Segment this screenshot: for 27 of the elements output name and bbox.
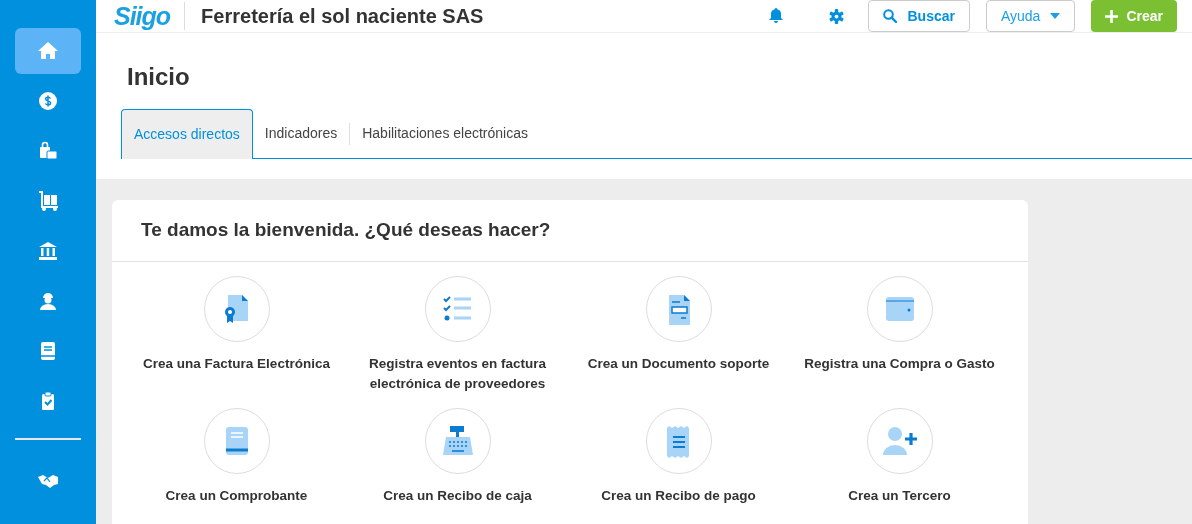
book-icon [38, 341, 58, 361]
dollar-coin-icon [38, 91, 58, 111]
shopping-bag-icon [38, 141, 58, 161]
search-icon [883, 9, 898, 23]
page-title: Inicio [127, 62, 191, 92]
shortcut-item[interactable]: Registra eventos en factura electrónica de proveedores [347, 275, 568, 394]
shortcut-item[interactable]: Crea un Comprobante [126, 407, 347, 524]
card-title: Te damos la bienvenida. ¿Qué deseas hacer? [112, 200, 1028, 262]
dolly-boxes-icon [38, 191, 58, 211]
cash-register-icon [440, 423, 475, 458]
worker-icon [38, 291, 58, 311]
shortcut-item[interactable]: Crea una Factura Electrónica [126, 275, 347, 394]
sidebar-item[interactable] [15, 28, 81, 74]
bank-icon [38, 241, 58, 261]
settings-icon[interactable] [829, 8, 845, 24]
shortcut-item[interactable]: Crea un Recibo de pago [568, 407, 789, 524]
caret-icon [1050, 13, 1061, 19]
shortcut-item[interactable]: Crea un Documento soporte [568, 275, 789, 394]
shortcut-item[interactable]: Crea un Tercero [789, 407, 1010, 524]
company-name: Ferretería el sol naciente SAS [201, 4, 484, 29]
shortcut-item[interactable]: Crea un Recibo de caja [347, 407, 568, 524]
bell-icon[interactable] [769, 8, 784, 24]
tab[interactable]: Habilitaciones electrónicas [350, 109, 540, 158]
tab[interactable]: Indicadores [252, 109, 350, 158]
shortcut-item[interactable]: Registra una Compra o Gasto [789, 275, 1010, 394]
plus-icon [1105, 9, 1119, 23]
home-icon [38, 41, 58, 61]
